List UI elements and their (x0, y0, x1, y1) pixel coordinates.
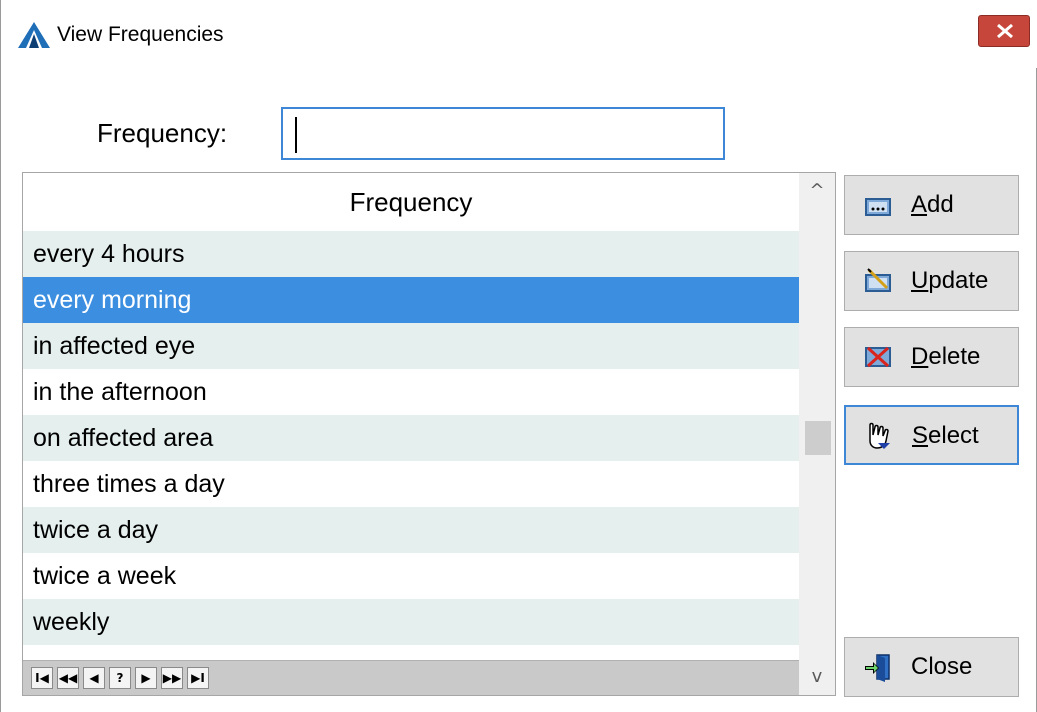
title-bar[interactable]: View Frequencies (1, 0, 1037, 68)
table-row[interactable]: in the afternoon (23, 369, 799, 415)
select-mnemonic: S (912, 422, 929, 449)
frequency-grid[interactable]: Frequency every 4 hours every morning in… (22, 172, 836, 696)
app-logo-icon (18, 22, 50, 48)
column-header-frequency[interactable]: Frequency (23, 173, 799, 231)
delete-button[interactable]: Delete (844, 327, 1019, 387)
nav-next-page-button[interactable]: ▶▶ (161, 667, 183, 689)
delete-icon (865, 346, 891, 368)
window-title: View Frequencies (57, 23, 224, 46)
nav-prev-button[interactable]: ◀ (83, 667, 105, 689)
add-button[interactable]: Add (844, 175, 1019, 235)
table-row[interactable]: three times a day (23, 461, 799, 507)
table-row[interactable]: every 4 hours (23, 231, 799, 277)
add-mnemonic: A (911, 191, 928, 218)
delete-mnemonic: D (911, 343, 929, 370)
select-label: elect (928, 422, 979, 449)
delete-label: elete (928, 343, 981, 370)
scroll-up-arrow-icon[interactable]: ^ (799, 173, 835, 209)
update-icon (865, 268, 891, 292)
add-label: dd (927, 191, 954, 218)
nav-prev-page-button[interactable]: ◀◀ (57, 667, 79, 689)
scroll-thumb[interactable] (805, 421, 831, 455)
close-icon (997, 23, 1013, 39)
hand-pointer-icon (869, 422, 890, 449)
select-button[interactable]: Select (844, 405, 1019, 465)
frequency-input[interactable] (281, 107, 725, 160)
table-row[interactable]: weekly (23, 599, 799, 645)
table-row-selected[interactable]: every morning (23, 277, 799, 323)
record-navigator: I◀ ◀◀ ◀ ? ▶ ▶▶ ▶I (23, 660, 799, 695)
grid-rows: every 4 hours every morning in affected … (23, 231, 799, 645)
add-icon (865, 198, 891, 216)
text-caret (295, 117, 297, 153)
table-row[interactable]: on affected area (23, 415, 799, 461)
close-button[interactable]: Close (844, 637, 1019, 697)
table-row[interactable]: twice a week (23, 553, 799, 599)
close-label: Close (911, 653, 973, 680)
nav-next-button[interactable]: ▶ (135, 667, 157, 689)
window-close-button[interactable] (978, 15, 1030, 47)
frequency-label: Frequency: (97, 118, 228, 148)
update-button[interactable]: Update (844, 251, 1019, 311)
dialog-window: View Frequencies Frequency: Frequency ev… (0, 0, 1037, 712)
table-row[interactable]: in affected eye (23, 323, 799, 369)
nav-last-button[interactable]: ▶I (187, 667, 209, 689)
exit-door-icon (865, 654, 890, 682)
table-row[interactable]: twice a day (23, 507, 799, 553)
scroll-down-arrow-icon[interactable]: v (799, 659, 835, 695)
update-label: pdate (928, 267, 989, 294)
update-mnemonic: U (911, 267, 929, 294)
vertical-scrollbar[interactable]: ^ v (799, 173, 835, 695)
nav-search-button[interactable]: ? (109, 667, 131, 689)
nav-first-button[interactable]: I◀ (31, 667, 53, 689)
